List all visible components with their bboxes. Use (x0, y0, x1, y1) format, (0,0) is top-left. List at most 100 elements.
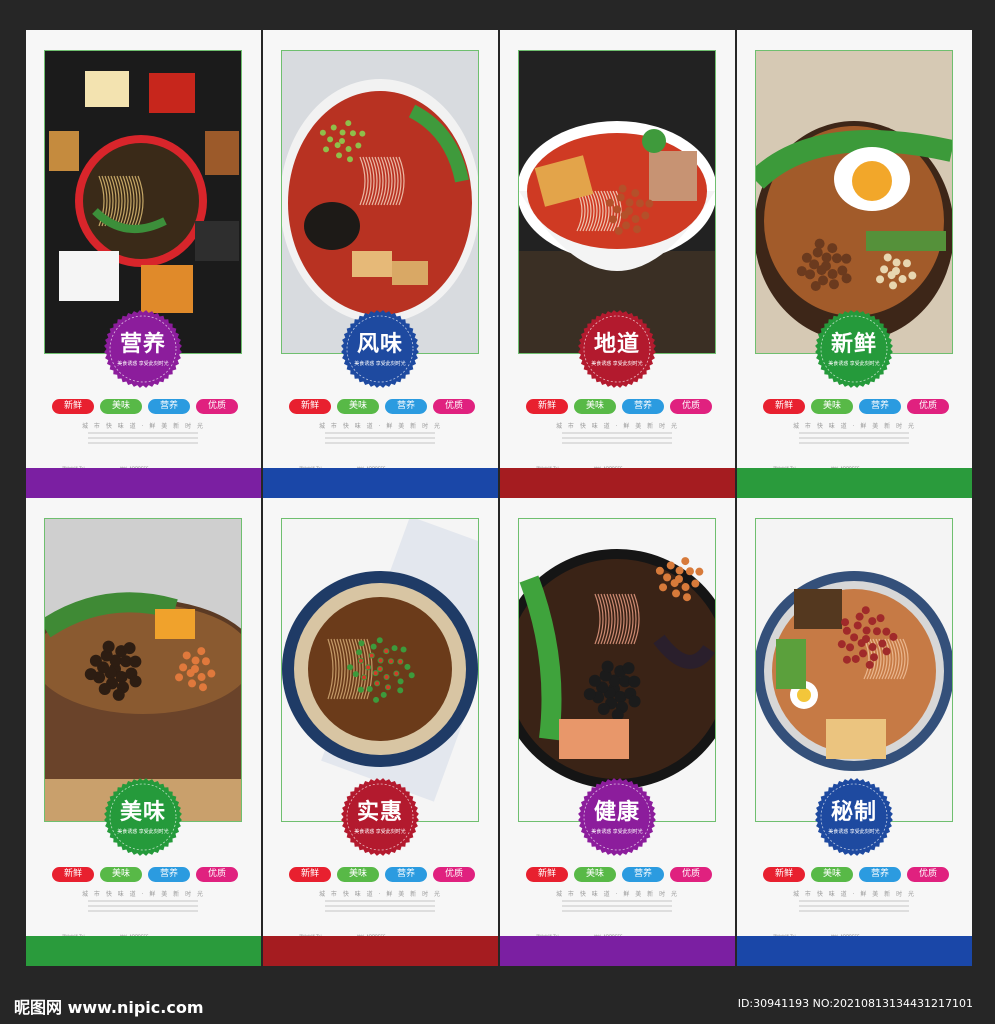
seal-tagline: 美食诱惑 享受此刻时光 (117, 361, 169, 367)
poster-card: 风味 美食诱惑 享受此刻时光 新鲜 美味 营养 优质 城 市 快 味 道 · 鲜 美 … (263, 30, 498, 498)
slogan: 城 市 快 味 道 · 鲜 美 新 时 光 (319, 891, 442, 898)
fine-print (799, 432, 909, 447)
tag-pill: 美味 (811, 399, 853, 414)
tag-pill-row: 新鲜 美味 营养 优质 (52, 399, 240, 415)
tag-pill: 美味 (574, 867, 616, 882)
food-photo-frame (518, 518, 716, 822)
slogan: 城 市 快 味 道 · 鲜 美 新 时 光 (82, 423, 205, 430)
fine-print (325, 900, 435, 915)
food-photo (282, 51, 478, 353)
seal-tagline: 美食诱惑 享受此刻时光 (117, 829, 169, 835)
tag-pill: 美味 (100, 867, 142, 882)
tag-pill: 优质 (670, 399, 712, 414)
card-title: 秘制 (830, 800, 877, 825)
tag-pill: 优质 (433, 867, 475, 882)
fine-print (799, 900, 909, 915)
tag-pill: 营养 (622, 399, 664, 414)
seal-tagline: 美食诱惑 享受此刻时光 (828, 361, 880, 367)
color-band (263, 936, 498, 966)
tag-pill: 美味 (337, 867, 379, 882)
food-photo (519, 519, 715, 821)
food-photo-frame (281, 50, 479, 354)
tag-pill-row: 新鲜 美味 营养 优质 (289, 399, 477, 415)
food-photo-frame (755, 518, 953, 822)
tag-pill: 优质 (670, 867, 712, 882)
tag-pill: 营养 (622, 867, 664, 882)
color-band (500, 936, 735, 966)
tag-pill: 美味 (574, 399, 616, 414)
card-title: 实惠 (356, 800, 403, 825)
food-photo (519, 51, 715, 353)
food-photo (756, 51, 952, 353)
food-photo (756, 519, 952, 821)
color-band (737, 468, 972, 498)
tag-pill: 营养 (859, 399, 901, 414)
tag-pill-row: 新鲜 美味 营养 优质 (52, 867, 240, 883)
food-photo-frame (44, 518, 242, 822)
color-band (737, 936, 972, 966)
food-photo (45, 519, 241, 821)
image-id: ID:30941193 NO:20210813134431217101 (737, 997, 973, 1010)
title-seal: 秘制 美食诱惑 享受此刻时光 (815, 778, 893, 856)
tag-pill: 营养 (385, 399, 427, 414)
seal-tagline: 美食诱惑 享受此刻时光 (354, 829, 406, 835)
tag-pill: 新鲜 (52, 867, 94, 882)
poster-card: 营养 美食诱惑 享受此刻时光 新鲜 美味 营养 优质 城 市 快 味 道 · 鲜 美 … (26, 30, 261, 498)
title-seal: 风味 美食诱惑 享受此刻时光 (341, 310, 419, 388)
food-photo-frame (44, 50, 242, 354)
tag-pill: 美味 (337, 399, 379, 414)
card-title: 健康 (593, 800, 640, 825)
tag-pill: 优质 (907, 399, 949, 414)
tag-pill-row: 新鲜 美味 营养 优质 (289, 867, 477, 883)
tag-pill-row: 新鲜 美味 营养 优质 (526, 867, 714, 883)
poster-card: 美味 美食诱惑 享受此刻时光 新鲜 美味 营养 优质 城 市 快 味 道 · 鲜 美 … (26, 498, 261, 966)
card-title: 地道 (593, 332, 640, 357)
fine-print (88, 432, 198, 447)
poster-card: 地道 美食诱惑 享受此刻时光 新鲜 美味 营养 优质 城 市 快 味 道 · 鲜 美 … (500, 30, 735, 498)
tag-pill: 营养 (148, 399, 190, 414)
slogan: 城 市 快 味 道 · 鲜 美 新 时 光 (556, 423, 679, 430)
color-band (26, 468, 261, 498)
site-watermark: 昵图网 www.nipic.com (14, 998, 204, 1017)
tag-pill-row: 新鲜 美味 营养 优质 (763, 399, 951, 415)
tag-pill: 美味 (811, 867, 853, 882)
poster-card: 秘制 美食诱惑 享受此刻时光 新鲜 美味 营养 优质 城 市 快 味 道 · 鲜 美 … (737, 498, 972, 966)
card-title: 美味 (119, 800, 166, 825)
tag-pill: 营养 (148, 867, 190, 882)
tag-pill: 优质 (907, 867, 949, 882)
slogan: 城 市 快 味 道 · 鲜 美 新 时 光 (556, 891, 679, 898)
fine-print (562, 900, 672, 915)
tag-pill: 优质 (433, 399, 475, 414)
title-seal: 地道 美食诱惑 享受此刻时光 (578, 310, 656, 388)
color-band (26, 936, 261, 966)
title-seal: 美味 美食诱惑 享受此刻时光 (104, 778, 182, 856)
tag-pill: 营养 (859, 867, 901, 882)
seal-tagline: 美食诱惑 享受此刻时光 (591, 829, 643, 835)
food-photo-frame (518, 50, 716, 354)
tag-pill: 新鲜 (289, 867, 331, 882)
food-photo-frame (281, 518, 479, 822)
slogan: 城 市 快 味 道 · 鲜 美 新 时 光 (82, 891, 205, 898)
tag-pill-row: 新鲜 美味 营养 优质 (763, 867, 951, 883)
slogan: 城 市 快 味 道 · 鲜 美 新 时 光 (793, 423, 916, 430)
poster-card: 健康 美食诱惑 享受此刻时光 新鲜 美味 营养 优质 城 市 快 味 道 · 鲜 美 … (500, 498, 735, 966)
tag-pill: 优质 (196, 867, 238, 882)
seal-tagline: 美食诱惑 享受此刻时光 (828, 829, 880, 835)
poster-card: 新鲜 美食诱惑 享受此刻时光 新鲜 美味 营养 优质 城 市 快 味 道 · 鲜 美 … (737, 30, 972, 498)
food-photo (45, 51, 241, 353)
title-seal: 营养 美食诱惑 享受此刻时光 (104, 310, 182, 388)
tag-pill-row: 新鲜 美味 营养 优质 (526, 399, 714, 415)
slogan: 城 市 快 味 道 · 鲜 美 新 时 光 (793, 891, 916, 898)
food-photo (282, 519, 478, 821)
tag-pill: 新鲜 (52, 399, 94, 414)
title-seal: 实惠 美食诱惑 享受此刻时光 (341, 778, 419, 856)
tag-pill: 营养 (385, 867, 427, 882)
food-photo-frame (755, 50, 953, 354)
color-band (263, 468, 498, 498)
tag-pill: 美味 (100, 399, 142, 414)
seal-tagline: 美食诱惑 享受此刻时光 (354, 361, 406, 367)
tag-pill: 新鲜 (763, 867, 805, 882)
fine-print (325, 432, 435, 447)
color-band (500, 468, 735, 498)
title-seal: 新鲜 美食诱惑 享受此刻时光 (815, 310, 893, 388)
